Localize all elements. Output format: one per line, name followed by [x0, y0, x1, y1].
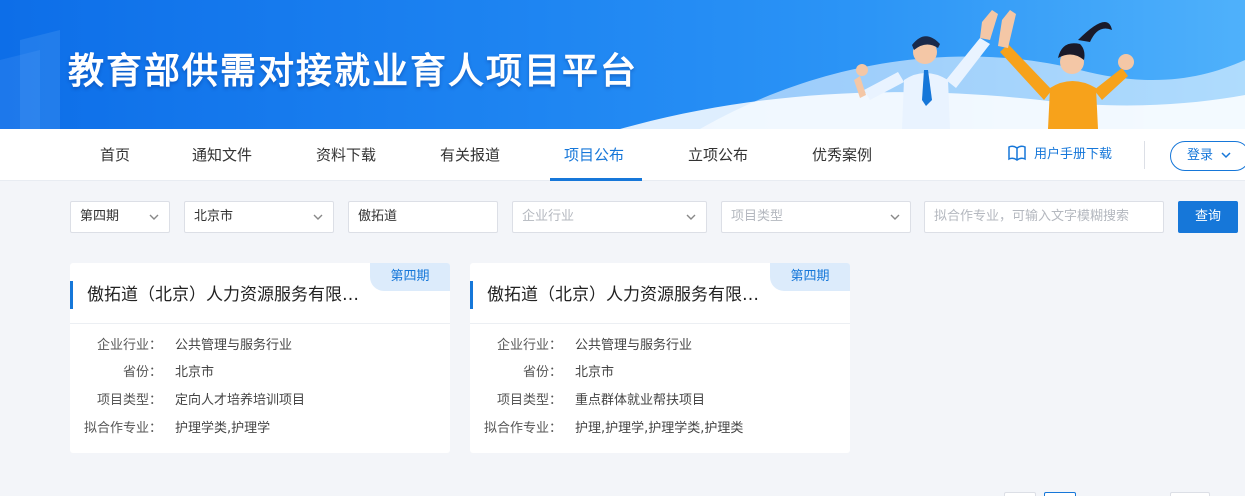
nav-item-notices[interactable]: 通知文件 — [192, 129, 252, 181]
search-button[interactable]: 查询 — [1178, 201, 1238, 233]
pagination-prev[interactable] — [1004, 492, 1036, 496]
nav-item-home[interactable]: 首页 — [100, 129, 130, 181]
chevron-down-icon — [890, 214, 900, 220]
major-label: 拟合作专业： — [483, 421, 562, 436]
nav-item-projects[interactable]: 项目公布 — [564, 129, 624, 181]
login-label: 登录 — [1187, 148, 1214, 163]
card-divider — [470, 323, 850, 324]
type-value: 定向人才培养培训项目 — [175, 393, 306, 408]
project-card-title[interactable]: 傲拓道（北京）人力资源服务有限… — [70, 281, 359, 309]
company-search-value: 傲拓道 — [358, 209, 398, 224]
banner: 教育部供需对接就业育人项目平台 — [0, 0, 1245, 129]
industry-value: 公共管理与服务行业 — [575, 338, 693, 353]
company-search-input[interactable]: 傲拓道 — [348, 201, 498, 233]
card-row-type: 项目类型： 重点群体就业帮扶项目 — [470, 391, 850, 411]
manual-download-link[interactable]: 用户手册下载 — [1008, 129, 1112, 181]
period-badge: 第四期 — [770, 263, 850, 291]
pagination-current[interactable] — [1044, 492, 1076, 496]
type-label: 项目类型： — [96, 393, 162, 408]
province-label: 省份： — [122, 365, 162, 380]
province-select[interactable]: 北京市 — [184, 201, 334, 233]
major-value: 护理学类,护理学 — [175, 421, 271, 436]
chevron-down-icon — [149, 214, 159, 220]
pagination-next[interactable] — [1170, 492, 1210, 496]
project-card[interactable]: 第四期 傲拓道（北京）人力资源服务有限… 企业行业： 公共管理与服务行业 省份：… — [470, 263, 850, 453]
active-tab-indicator — [550, 178, 642, 181]
industry-value: 公共管理与服务行业 — [175, 338, 293, 353]
main-nav: 首页 通知文件 资料下载 有关报道 项目公布 立项公布 优秀案例 用户手册下载 … — [0, 129, 1245, 181]
period-select[interactable]: 第四期 — [70, 201, 170, 233]
province-select-value: 北京市 — [194, 209, 234, 224]
province-label: 省份： — [522, 365, 562, 380]
period-badge: 第四期 — [370, 263, 450, 291]
project-type-placeholder: 项目类型 — [731, 209, 784, 224]
type-value: 重点群体就业帮扶项目 — [575, 393, 706, 408]
industry-select[interactable]: 企业行业 — [512, 201, 707, 233]
nav-item-downloads[interactable]: 资料下载 — [316, 129, 376, 181]
type-label: 项目类型： — [496, 393, 562, 408]
industry-label: 企业行业： — [96, 338, 162, 353]
province-value: 北京市 — [175, 365, 215, 380]
manual-download-label: 用户手册下载 — [1034, 147, 1113, 162]
nav-item-approved[interactable]: 立项公布 — [688, 129, 748, 181]
province-value: 北京市 — [575, 365, 615, 380]
card-row-major: 拟合作专业： 护理,护理学,护理学类,护理类 — [470, 419, 850, 439]
book-icon — [1008, 145, 1026, 161]
major-label: 拟合作专业： — [83, 421, 162, 436]
nav-divider — [1144, 141, 1145, 169]
card-row-industry: 企业行业： 公共管理与服务行业 — [70, 336, 450, 356]
chevron-down-icon — [313, 214, 323, 220]
chevron-down-icon — [686, 214, 696, 220]
project-card[interactable]: 第四期 傲拓道（北京）人力资源服务有限… 企业行业： 公共管理与服务行业 省份：… — [70, 263, 450, 453]
project-card-title[interactable]: 傲拓道（北京）人力资源服务有限… — [470, 281, 759, 309]
period-select-value: 第四期 — [80, 209, 120, 224]
card-row-industry: 企业行业： 公共管理与服务行业 — [470, 336, 850, 356]
people-high-five-illustration — [854, 10, 1134, 129]
major-value: 护理,护理学,护理学类,护理类 — [575, 421, 744, 436]
card-row-province: 省份： 北京市 — [470, 363, 850, 383]
major-search-input[interactable]: 拟合作专业，可输入文字模糊搜索 — [924, 201, 1164, 233]
card-divider — [70, 323, 450, 324]
card-row-major: 拟合作专业： 护理学类,护理学 — [70, 419, 450, 439]
nav-item-cases[interactable]: 优秀案例 — [812, 129, 872, 181]
card-row-type: 项目类型： 定向人才培养培训项目 — [70, 391, 450, 411]
nav-item-reports[interactable]: 有关报道 — [440, 129, 500, 181]
industry-label: 企业行业： — [496, 338, 562, 353]
login-button[interactable]: 登录 — [1170, 141, 1245, 171]
card-row-province: 省份： 北京市 — [70, 363, 450, 383]
chevron-down-icon — [1221, 152, 1231, 159]
project-type-select[interactable]: 项目类型 — [721, 201, 911, 233]
site-title: 教育部供需对接就业育人项目平台 — [68, 51, 639, 92]
major-search-placeholder: 拟合作专业，可输入文字模糊搜索 — [934, 209, 1130, 224]
industry-select-placeholder: 企业行业 — [522, 209, 575, 224]
